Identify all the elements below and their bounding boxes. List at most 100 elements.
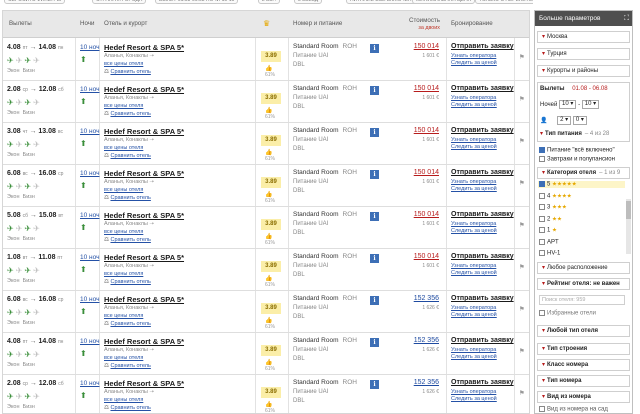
compare-hotel[interactable]: ⚖ Сравнить отель — [104, 153, 151, 159]
rating-badge[interactable]: 3.89 — [261, 93, 281, 104]
send-request-link[interactable]: Отправить заявку — [451, 295, 514, 302]
price-link[interactable]: 150 014 — [414, 85, 439, 92]
checkbox[interactable] — [539, 181, 545, 187]
nights-link[interactable]: 10 ноч — [80, 212, 99, 219]
info-icon[interactable]: i — [370, 86, 379, 95]
all-prices-link[interactable]: все цены отеля — [104, 397, 143, 403]
view-option-garden[interactable]: Вид из номера на сад — [539, 406, 608, 413]
location-select[interactable]: ▾ Любое расположение — [537, 262, 630, 274]
watch-price-link[interactable]: Следить за ценой — [451, 396, 497, 402]
header-hotel[interactable]: Отель и курорт — [104, 20, 147, 27]
send-request-link[interactable]: Отправить заявку — [451, 43, 514, 50]
header-room[interactable]: Номер и питание — [293, 20, 342, 27]
ask-operator-link[interactable]: Узнать оператора — [451, 179, 496, 185]
checkbox[interactable] — [539, 310, 545, 316]
nights-link[interactable]: 10 ноч — [80, 170, 99, 177]
send-request-link[interactable]: Отправить заявку — [451, 379, 514, 386]
watch-price-link[interactable]: Следить за ценой — [451, 312, 497, 318]
hotel-type-select[interactable]: ▾ Любой тип отеля — [537, 325, 630, 337]
info-icon[interactable]: i — [370, 254, 379, 263]
header-flights[interactable]: Вылеты — [9, 20, 32, 27]
departure-city-select[interactable]: ▾ Москва — [537, 31, 630, 43]
all-prices-link[interactable]: все цены отеля — [104, 229, 143, 235]
category-option[interactable]: APT — [539, 238, 559, 245]
watch-price-link[interactable]: Следить за ценой — [451, 144, 497, 150]
category-option[interactable]: HV-1 — [539, 250, 560, 257]
meal-header[interactable]: ▾ Тип питания – 4 из 28 — [540, 130, 609, 137]
send-request-link[interactable]: Отправить заявку — [451, 253, 514, 260]
rating-badge[interactable]: 3.89 — [261, 387, 281, 398]
category-option[interactable]: 4 ★★★★ — [539, 192, 572, 199]
price-link[interactable]: 150 014 — [414, 43, 439, 50]
category-scrollbar[interactable] — [626, 199, 631, 254]
hotel-name-link[interactable]: Hedef Resort & SPA 5* — [104, 85, 184, 94]
flag-icon[interactable]: ⚑ — [519, 53, 525, 61]
watch-price-link[interactable]: Следить за ценой — [451, 354, 497, 360]
filter-chip[interactable]: СТРАНА И ГОРОДА — [92, 0, 147, 4]
hotel-name-link[interactable]: Hedef Resort & SPA 5* — [104, 253, 184, 262]
price-link[interactable]: 150 014 — [414, 127, 439, 134]
flag-icon[interactable]: ⚑ — [519, 263, 525, 271]
info-icon[interactable]: i — [370, 296, 379, 305]
nights-to-select[interactable]: 10 ▾ — [581, 100, 600, 109]
checkbox[interactable] — [539, 204, 545, 210]
flag-icon[interactable]: ⚑ — [519, 389, 525, 397]
hotel-search-input[interactable]: Поиск отеля: 959 — [539, 295, 625, 305]
category-option[interactable]: 2 ★★ — [539, 215, 562, 222]
info-icon[interactable]: i — [370, 128, 379, 137]
adults-select[interactable]: 2 ▾ — [557, 116, 572, 125]
compare-hotel[interactable]: ⚖ Сравнить отель — [104, 363, 151, 369]
filter-chip[interactable]: 2 ВЗР. — [258, 0, 281, 4]
all-prices-link[interactable]: все цены отеля — [104, 271, 143, 277]
ask-operator-link[interactable]: Узнать оператора — [451, 95, 496, 101]
filter-chip[interactable]: ТОЛЬКО С ПЕРЕЛЁТОМ — [475, 0, 533, 4]
flag-icon[interactable]: ⚑ — [519, 221, 525, 229]
resorts-select[interactable]: ▾ Курорты и районы — [537, 65, 630, 77]
info-icon[interactable]: i — [370, 380, 379, 389]
nights-link[interactable]: 10 ноч — [80, 86, 99, 93]
flag-icon[interactable]: ⚑ — [519, 179, 525, 187]
price-link[interactable]: 152 356 — [414, 379, 439, 386]
nights-link[interactable]: 10 ноч — [80, 254, 99, 261]
rating-badge[interactable]: 3.89 — [261, 177, 281, 188]
nights-link[interactable]: 10 ноч — [80, 338, 99, 345]
hotel-name-link[interactable]: Hedef Resort & SPA 5* — [104, 211, 184, 220]
rating-badge[interactable]: 3.89 — [261, 51, 281, 62]
price-link[interactable]: 150 014 — [414, 169, 439, 176]
watch-price-link[interactable]: Следить за ценой — [451, 102, 497, 108]
rating-badge[interactable]: 3.89 — [261, 303, 281, 314]
room-type-select[interactable]: ▾ Тип номера — [537, 375, 630, 387]
building-select[interactable]: ▾ Тип строения — [537, 343, 630, 355]
price-link[interactable]: 150 014 — [414, 211, 439, 218]
header-nights[interactable]: Ночи — [80, 20, 94, 27]
flag-icon[interactable]: ⚑ — [519, 305, 525, 313]
hotel-name-link[interactable]: Hedef Resort & SPA 5* — [104, 337, 184, 346]
price-link[interactable]: 152 356 — [414, 337, 439, 344]
checkbox[interactable] — [539, 156, 545, 162]
compare-hotel[interactable]: ⚖ Сравнить отель — [104, 237, 151, 243]
meal-opt-all-inclusive[interactable]: Питание "всё включено" — [539, 147, 615, 154]
compare-hotel[interactable]: ⚖ Сравнить отель — [104, 195, 151, 201]
flights-row[interactable]: Вылеты 01.08 - 06.08 — [540, 86, 608, 92]
flag-icon[interactable]: ⚑ — [519, 347, 525, 355]
watch-price-link[interactable]: Следить за ценой — [451, 186, 497, 192]
category-option[interactable]: 5 ★★★★★ — [538, 181, 625, 188]
hotel-name-link[interactable]: Hedef Resort & SPA 5* — [104, 43, 184, 52]
checkbox[interactable] — [539, 250, 545, 256]
filter-chip[interactable]: СБРОСИТЬ ФИЛЬТРЫ — [4, 0, 66, 4]
all-prices-link[interactable]: все цены отеля — [104, 187, 143, 193]
compare-hotel[interactable]: ⚖ Сравнить отель — [104, 279, 151, 285]
info-icon[interactable]: i — [370, 212, 379, 221]
price-link[interactable]: 150 014 — [414, 253, 439, 260]
view-select[interactable]: ▾ Вид из номера — [537, 391, 630, 403]
rating-badge[interactable]: 3.89 — [261, 261, 281, 272]
info-icon[interactable]: i — [370, 44, 379, 53]
info-icon[interactable]: i — [370, 170, 379, 179]
ask-operator-link[interactable]: Узнать оператора — [451, 137, 496, 143]
hotel-name-link[interactable]: Hedef Resort & SPA 5* — [104, 127, 184, 136]
send-request-link[interactable]: Отправить заявку — [451, 85, 514, 92]
checkbox[interactable] — [539, 227, 545, 233]
compare-hotel[interactable]: ⚖ Сравнить отель — [104, 111, 151, 117]
send-request-link[interactable]: Отправить заявку — [451, 337, 514, 344]
compare-hotel[interactable]: ⚖ Сравнить отель — [104, 321, 151, 327]
